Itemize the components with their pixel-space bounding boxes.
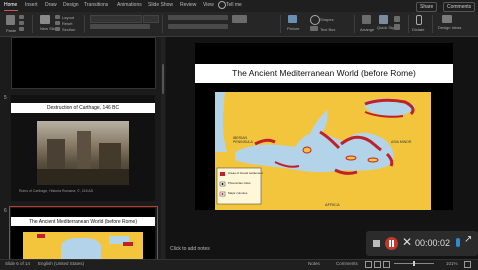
slide-sorter-icon[interactable] — [374, 261, 381, 268]
layout-icon — [55, 15, 60, 19]
font-format-buttons[interactable] — [90, 24, 150, 29]
ribbon-divider — [408, 15, 409, 33]
cut-icon[interactable] — [19, 15, 24, 19]
menu-home[interactable]: Home — [4, 2, 17, 8]
legend-colonies: Major colonies — [228, 191, 248, 195]
share-button[interactable]: Share — [416, 2, 438, 12]
notes-placeholder[interactable]: Click to add notes — [170, 246, 210, 252]
microphone-icon[interactable] — [456, 238, 460, 247]
slide-thumbnail-4[interactable] — [11, 37, 156, 89]
pause-button[interactable] — [385, 237, 398, 250]
ribbon-divider — [432, 15, 433, 33]
convert-smartart-icon[interactable] — [232, 15, 247, 23]
section-icon — [55, 27, 60, 31]
slide-count: Slide 6 of 14 — [5, 261, 31, 266]
design-ideas-label[interactable]: Design Ideas — [438, 25, 461, 30]
menu-view[interactable]: View — [203, 2, 214, 8]
reading-view-icon[interactable] — [383, 261, 390, 268]
format-painter-icon[interactable] — [19, 27, 24, 31]
paragraph-align-buttons[interactable] — [168, 24, 228, 29]
map-label-africa: AFRICA — [325, 202, 340, 207]
new-slide-icon[interactable] — [40, 15, 50, 24]
slide-thumbnail-6[interactable]: The Ancient Mediterranean World (before … — [11, 208, 155, 259]
ribbon-divider — [32, 15, 33, 33]
slide-thumbnail-5[interactable]: Destruction of Carthage, 146 BC Ruins of… — [11, 95, 155, 201]
cancel-recording-icon[interactable]: ✕ — [402, 235, 412, 249]
slide-number-6: 6 — [4, 208, 7, 214]
slide-title[interactable]: The Ancient Mediterranean World (before … — [195, 68, 453, 78]
ribbon-divider — [354, 15, 355, 33]
picture-icon[interactable] — [288, 15, 297, 23]
slide-5-title: Destruction of Carthage, 146 BC — [46, 105, 120, 111]
thumbnail-scroll-thumb[interactable] — [162, 64, 164, 94]
legend-phoenician: Phoenician cities — [228, 181, 251, 185]
paste-label: Paste — [6, 28, 17, 33]
slide-5-image-caption: Ruins of Carthage, Historia Romana, ©, 2… — [19, 189, 94, 193]
ribbon-divider — [280, 15, 281, 33]
menu-slide-show[interactable]: Slide Show — [148, 2, 173, 8]
carthage-ruins-image — [37, 121, 129, 185]
microphone-icon[interactable] — [416, 15, 422, 25]
menu-review[interactable]: Review — [180, 2, 196, 8]
menu-transitions[interactable]: Transitions — [84, 2, 108, 8]
mediterranean-map[interactable]: IBERIAN PENINSULA AFRICA ASIA MINOR Area… — [215, 92, 431, 210]
comments-button[interactable]: Comments — [443, 2, 476, 12]
font-name-box[interactable] — [90, 15, 142, 23]
tell-me-search[interactable]: Tell me — [226, 2, 242, 8]
arrange-label[interactable]: Arrange — [360, 27, 374, 32]
normal-view-icon[interactable] — [365, 261, 372, 268]
paste-icon[interactable] — [6, 15, 15, 25]
legend-greek: Areas of Greek settlement — [228, 171, 263, 175]
quick-styles-icon[interactable] — [379, 15, 388, 24]
pen-icon[interactable]: ↗ — [464, 234, 472, 245]
layout-button[interactable]: Layout — [62, 15, 74, 20]
text-box-label[interactable]: Text Box — [320, 27, 335, 32]
reset-icon — [55, 21, 60, 25]
menu-insert[interactable]: Insert — [25, 2, 38, 8]
paragraph-list-buttons[interactable] — [168, 15, 228, 20]
picture-label: Picture — [287, 26, 300, 31]
design-ideas-icon[interactable] — [442, 15, 452, 23]
ribbon-divider — [162, 15, 163, 33]
zoom-slider-thumb[interactable] — [413, 261, 415, 266]
slide-number-5: 5 — [4, 95, 7, 101]
slide-6-title: The Ancient Mediterranean World (before … — [28, 219, 137, 225]
menu-animations[interactable]: Animations — [117, 2, 142, 8]
stop-icon[interactable] — [373, 240, 380, 247]
map-label-asia: ASIA MINOR — [391, 140, 412, 144]
slide-6-map-preview — [23, 232, 143, 259]
map-graphic — [215, 92, 431, 210]
fit-to-window-icon[interactable] — [464, 261, 471, 268]
dictate-label[interactable]: Dictate — [412, 27, 424, 32]
shapes-label[interactable]: Shapes — [320, 17, 334, 22]
lightbulb-icon — [218, 1, 226, 9]
ribbon-divider — [84, 15, 85, 33]
font-size-box[interactable] — [143, 15, 159, 23]
notes-toggle[interactable]: Notes — [308, 261, 320, 266]
text-box-icon[interactable] — [310, 26, 318, 31]
menu-design[interactable]: Design — [63, 2, 79, 8]
language-status[interactable]: English (United States) — [38, 261, 84, 266]
shape-outline-icon[interactable] — [394, 24, 400, 30]
zoom-level[interactable]: 101% — [446, 261, 458, 266]
recording-timer: 00:00:02 — [415, 238, 451, 248]
section-button[interactable]: Section — [62, 27, 75, 32]
shapes-icon[interactable] — [310, 15, 320, 25]
arrange-icon[interactable] — [362, 15, 371, 24]
active-tab-underline — [4, 10, 18, 11]
menu-draw[interactable]: Draw — [45, 2, 57, 8]
copy-icon[interactable] — [19, 21, 24, 25]
map-label-iberia: IBERIAN PENINSULA — [233, 136, 253, 144]
reset-button[interactable]: Reset — [62, 21, 72, 26]
shape-fill-icon[interactable] — [394, 16, 400, 22]
comments-toggle[interactable]: Comments — [336, 261, 358, 266]
